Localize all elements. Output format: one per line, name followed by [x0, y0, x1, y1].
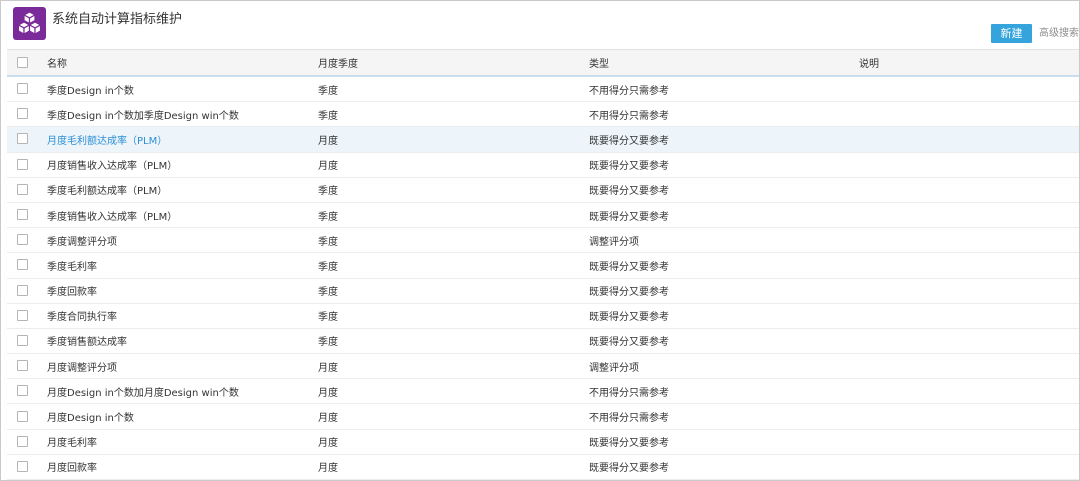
row-checkbox[interactable] — [17, 259, 28, 271]
row-checkbox[interactable] — [17, 334, 28, 346]
row-type-cell: 既要得分又要参考 — [589, 337, 669, 349]
row-type-cell: 既要得分又要参考 — [589, 135, 669, 147]
row-checkbox[interactable] — [17, 83, 28, 95]
new-button[interactable]: 新建 — [991, 24, 1032, 43]
row-name-cell[interactable]: 季度Design in个数加季度Design win个数 — [47, 102, 239, 126]
row-type-cell: 不用得分只需参考 — [589, 387, 669, 399]
table-row[interactable]: 季度回款率 季度 既要得分又要参考 — [7, 279, 1079, 304]
column-header-name[interactable]: 名称 — [47, 50, 67, 75]
select-all-checkbox[interactable] — [17, 56, 28, 68]
row-period-cell: 月度 — [318, 463, 338, 475]
row-name-cell[interactable]: 月度销售收入达成率（PLM） — [47, 153, 177, 177]
indicator-table: 名称 月度季度 类型 说明 季度Design in个数 季度 不用得分只需参考 季度D… — [7, 49, 1079, 480]
column-header-period[interactable]: 月度季度 — [318, 50, 358, 75]
row-period-cell: 季度 — [318, 110, 338, 122]
row-period-cell: 月度 — [318, 161, 338, 173]
table-row[interactable]: 季度调整评分项 季度 调整评分项 — [7, 228, 1079, 254]
row-type-cell: 既要得分又要参考 — [589, 438, 669, 450]
row-checkbox[interactable] — [17, 158, 28, 170]
table-row[interactable]: 季度合同执行率 季度 既要得分又要参考 — [7, 304, 1079, 329]
row-checkbox[interactable] — [17, 234, 28, 246]
row-checkbox[interactable] — [17, 410, 28, 422]
table-row[interactable]: 月度毛利额达成率（PLM） 月度 既要得分又要参考 — [7, 127, 1079, 153]
row-period-cell: 季度 — [318, 287, 338, 299]
row-type-cell: 既要得分又要参考 — [589, 211, 669, 223]
table-body: 季度Design in个数 季度 不用得分只需参考 季度Design in个数加季度D… — [7, 77, 1079, 480]
row-type-cell: 调整评分项 — [589, 362, 639, 374]
table-row[interactable]: 季度毛利额达成率（PLM） 季度 既要得分又要参考 — [7, 178, 1079, 203]
page-frame: 系统自动计算指标维护 新建 高级搜索 名称 月度季度 类型 说明 季度Desig… — [0, 0, 1080, 481]
row-type-cell: 调整评分项 — [589, 236, 639, 248]
row-period-cell: 月度 — [318, 387, 338, 399]
row-period-cell: 季度 — [318, 261, 338, 273]
row-checkbox[interactable] — [17, 385, 28, 397]
row-period-cell: 季度 — [318, 337, 338, 349]
row-type-cell: 不用得分只需参考 — [589, 413, 669, 425]
row-checkbox[interactable] — [17, 435, 28, 447]
row-period-cell: 月度 — [318, 362, 338, 374]
page-title: 系统自动计算指标维护 — [52, 12, 183, 27]
table-row[interactable]: 月度销售收入达成率（PLM） 月度 既要得分又要参考 — [7, 153, 1079, 178]
row-type-cell: 不用得分只需参考 — [589, 85, 669, 97]
row-name-cell[interactable]: 季度调整评分项 — [47, 228, 117, 252]
row-name-cell[interactable]: 月度回款率 — [47, 455, 97, 479]
table-row[interactable]: 月度Design in个数加月度Design win个数 月度 不用得分只需参考 — [7, 379, 1079, 405]
row-name-cell[interactable]: 季度销售收入达成率（PLM） — [47, 203, 177, 227]
row-period-cell: 季度 — [318, 85, 338, 97]
table-row[interactable]: 月度毛利率 月度 既要得分又要参考 — [7, 430, 1079, 455]
row-name-cell[interactable]: 季度回款率 — [47, 279, 97, 303]
row-period-cell: 季度 — [318, 211, 338, 223]
row-name-cell[interactable]: 季度合同执行率 — [47, 304, 117, 328]
row-period-cell: 季度 — [318, 312, 338, 324]
app-logo-icon — [13, 7, 46, 40]
table-row[interactable]: 季度Design in个数 季度 不用得分只需参考 — [7, 77, 1079, 103]
row-period-cell: 月度 — [318, 438, 338, 450]
row-type-cell: 既要得分又要参考 — [589, 312, 669, 324]
row-name-cell[interactable]: 月度Design in个数 — [47, 404, 134, 428]
row-checkbox[interactable] — [17, 284, 28, 296]
row-checkbox[interactable] — [17, 360, 28, 372]
row-name-cell[interactable]: 月度毛利额达成率（PLM） — [47, 127, 167, 151]
row-checkbox[interactable] — [17, 133, 28, 145]
table-row[interactable]: 季度Design in个数加季度Design win个数 季度 不用得分只需参考 — [7, 102, 1079, 128]
row-checkbox[interactable] — [17, 309, 28, 321]
row-name-cell[interactable]: 月度Design in个数加月度Design win个数 — [47, 379, 239, 403]
page-header: 系统自动计算指标维护 新建 高级搜索 — [1, 1, 1079, 47]
row-period-cell: 月度 — [318, 413, 338, 425]
cubes-icon — [17, 11, 42, 36]
table-row[interactable]: 季度毛利率 季度 既要得分又要参考 — [7, 253, 1079, 279]
row-name-cell[interactable]: 季度毛利额达成率（PLM） — [47, 178, 167, 202]
table-row[interactable]: 月度回款率 月度 既要得分又要参考 — [7, 455, 1079, 480]
row-type-cell: 不用得分只需参考 — [589, 110, 669, 122]
row-period-cell: 季度 — [318, 186, 338, 198]
table-row[interactable]: 季度销售额达成率 季度 既要得分又要参考 — [7, 329, 1079, 355]
row-type-cell: 既要得分又要参考 — [589, 261, 669, 273]
column-header-type[interactable]: 类型 — [589, 50, 609, 75]
table-header: 名称 月度季度 类型 说明 — [7, 49, 1079, 77]
table-row[interactable]: 月度调整评分项 月度 调整评分项 — [7, 354, 1079, 380]
column-header-description[interactable]: 说明 — [859, 50, 879, 75]
row-name-cell[interactable]: 季度毛利率 — [47, 253, 97, 277]
table-row[interactable]: 月度Design in个数 月度 不用得分只需参考 — [7, 404, 1079, 430]
row-checkbox[interactable] — [17, 108, 28, 120]
advanced-search-link[interactable]: 高级搜索 — [1039, 24, 1079, 43]
row-checkbox[interactable] — [17, 183, 28, 195]
row-period-cell: 月度 — [318, 135, 338, 147]
row-type-cell: 既要得分又要参考 — [589, 463, 669, 475]
row-name-cell[interactable]: 月度毛利率 — [47, 430, 97, 454]
row-type-cell: 既要得分又要参考 — [589, 186, 669, 198]
row-name-cell[interactable]: 季度销售额达成率 — [47, 329, 127, 353]
row-checkbox[interactable] — [17, 460, 28, 472]
row-checkbox[interactable] — [17, 209, 28, 221]
row-type-cell: 既要得分又要参考 — [589, 287, 669, 299]
row-type-cell: 既要得分又要参考 — [589, 161, 669, 173]
table-row[interactable]: 季度销售收入达成率（PLM） 季度 既要得分又要参考 — [7, 203, 1079, 229]
row-name-cell[interactable]: 月度调整评分项 — [47, 354, 117, 378]
row-name-cell[interactable]: 季度Design in个数 — [47, 77, 134, 101]
row-period-cell: 季度 — [318, 236, 338, 248]
